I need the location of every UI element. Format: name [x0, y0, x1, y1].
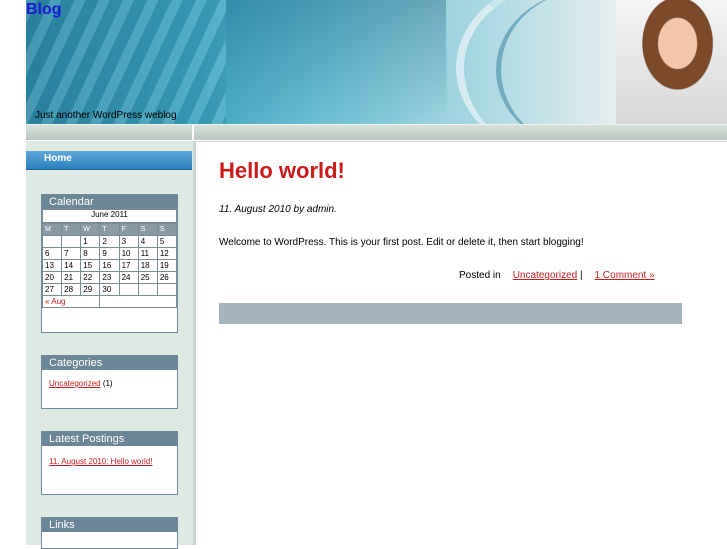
- calendar-day: 26: [156, 271, 178, 284]
- weekday-header: S: [156, 223, 178, 236]
- latest-postings-widget: Latest Postings 11. August 2010: Hello w…: [41, 431, 178, 495]
- categories-widget: Categories Uncategorized (1): [41, 355, 178, 409]
- comments-link[interactable]: 1 Comment »: [595, 270, 655, 281]
- calendar-title: Calendar: [42, 195, 177, 209]
- content-area: [196, 141, 727, 546]
- post-footer: Posted in Uncategorized | 1 Comment »: [459, 270, 655, 281]
- calendar-day: 8: [80, 247, 101, 260]
- calendar-day: 4: [137, 235, 158, 248]
- weekday-header: S: [137, 223, 158, 236]
- calendar-day: 7: [61, 247, 82, 260]
- weekday-header: T: [61, 223, 82, 236]
- calendar-grid: M T W T F S S 1 2 3 4 5 6 7 8 9 10 11 12…: [41, 223, 178, 308]
- calendar-day: 3: [118, 235, 139, 248]
- calendar-day: 30: [99, 283, 120, 296]
- calendar-day: 15: [80, 259, 101, 272]
- calendar-day: 19: [156, 259, 178, 272]
- banner-photo: [616, 0, 727, 124]
- weekday-header: M: [41, 223, 63, 236]
- calendar-day: [118, 283, 139, 296]
- weekday-header: F: [118, 223, 139, 236]
- category-item: Uncategorized (1): [42, 370, 177, 388]
- calendar-day: 17: [118, 259, 139, 272]
- nav-strip: [26, 124, 727, 140]
- post-divider-bar: [219, 303, 682, 324]
- weekday-header: W: [80, 223, 101, 236]
- calendar-day: 16: [99, 259, 120, 272]
- calendar-day: 21: [61, 271, 82, 284]
- calendar-day: 29: [80, 283, 101, 296]
- calendar-prev-link[interactable]: « Aug: [45, 297, 65, 306]
- categories-title: Categories: [42, 356, 177, 370]
- calendar-day: 23: [99, 271, 120, 284]
- banner-shade: [226, 0, 446, 124]
- calendar-day: 1: [80, 235, 101, 248]
- blog-title-link[interactable]: Blog: [26, 1, 62, 19]
- calendar-day: 6: [41, 247, 63, 260]
- calendar-day: 14: [61, 259, 82, 272]
- latest-postings-title: Latest Postings: [42, 432, 177, 446]
- category-link-post[interactable]: Uncategorized: [513, 270, 577, 281]
- links-widget: Links: [41, 517, 178, 549]
- post-body: Welcome to WordPress. This is your first…: [219, 237, 584, 248]
- calendar-next-cell: [99, 295, 177, 308]
- calendar-month: June 2011: [42, 209, 177, 223]
- category-link[interactable]: Uncategorized: [49, 379, 101, 388]
- post-meta: 11. August 2010 by admin.: [219, 204, 337, 215]
- links-title: Links: [42, 518, 177, 532]
- calendar-day: 13: [41, 259, 63, 272]
- category-count: (1): [100, 379, 113, 388]
- latest-post-item: 11. August 2010: Hello world!: [42, 446, 159, 468]
- calendar-prev-cell: « Aug: [41, 295, 101, 308]
- nav-home-label: Home: [44, 153, 72, 164]
- calendar-table-wrap: June 2011 M T W T F S S 1 2 3 4 5 6 7 8 …: [41, 209, 178, 308]
- calendar-day: [137, 283, 158, 296]
- calendar-day: 28: [61, 283, 82, 296]
- nav-separator: [192, 125, 194, 140]
- calendar-day: 11: [137, 247, 158, 260]
- latest-post-link[interactable]: 11. August 2010: Hello world!: [49, 457, 152, 466]
- tagline: Just another WordPress weblog: [35, 110, 177, 121]
- calendar-day: 22: [80, 271, 101, 284]
- footer-separator: |: [579, 270, 583, 281]
- calendar-day: 18: [137, 259, 158, 272]
- post-title-link[interactable]: Hello world!: [219, 158, 345, 184]
- calendar-day: 2: [99, 235, 120, 248]
- posted-in-label: Posted in: [459, 270, 501, 281]
- nav-home-tab[interactable]: Home: [26, 151, 192, 170]
- calendar-day: 5: [156, 235, 178, 248]
- calendar-day: 12: [156, 247, 178, 260]
- weekday-header: T: [99, 223, 120, 236]
- calendar-day: [156, 283, 178, 296]
- calendar-day: [61, 235, 82, 248]
- calendar-day: [41, 235, 63, 248]
- header-banner: [26, 0, 727, 124]
- calendar-day: 25: [137, 271, 158, 284]
- calendar-day: 24: [118, 271, 139, 284]
- calendar-day: 27: [41, 283, 63, 296]
- calendar-day: 20: [41, 271, 63, 284]
- calendar-day: 9: [99, 247, 120, 260]
- calendar-widget: Calendar June 2011 M T W T F S S 1 2 3 4…: [41, 194, 178, 333]
- calendar-day: 10: [118, 247, 139, 260]
